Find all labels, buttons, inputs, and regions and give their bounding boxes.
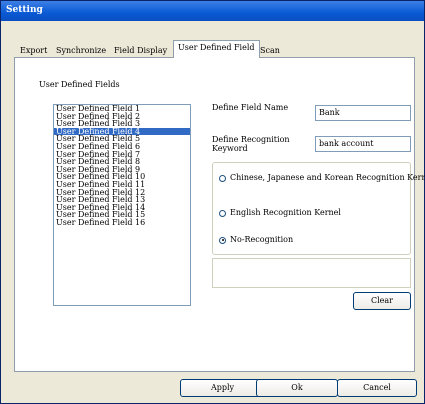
apply-button[interactable]: Apply [180, 379, 265, 397]
radio-button[interactable] [219, 174, 226, 182]
radio-cjk-kernel[interactable]: Chinese, Japanese and Korean Recognition… [219, 173, 425, 182]
ok-button[interactable]: Ok [256, 379, 338, 397]
define-keyword-label: Define Recognition Keyword [212, 135, 290, 153]
radio-label: English Recognition Kernel [230, 208, 341, 217]
radio-no-recognition[interactable]: No-Recognition [219, 235, 293, 244]
define-keyword-label-line2: Keyword [212, 144, 248, 153]
cancel-button[interactable]: Cancel [337, 379, 417, 397]
user-defined-fields-list[interactable]: User Defined Field 1 User Defined Field … [53, 104, 191, 306]
title-bar[interactable]: Setting [1, 1, 424, 21]
window-title: Setting [6, 5, 43, 15]
recognition-group: Chinese, Japanese and Korean Recognition… [212, 162, 425, 255]
radio-label: No-Recognition [230, 235, 294, 244]
define-keyword-input[interactable]: bank account [315, 136, 411, 152]
tab-export[interactable]: Export [15, 43, 52, 57]
clear-button[interactable]: Clear [353, 292, 411, 310]
tab-user-defined-field[interactable]: User Defined Field [173, 40, 260, 58]
radio-button-checked[interactable] [219, 236, 226, 244]
radio-label: Chinese, Japanese and Korean Recognition… [230, 173, 425, 182]
tab-synchronize[interactable]: Synchronize [51, 43, 111, 57]
radio-button[interactable] [219, 209, 226, 217]
define-field-name-input[interactable]: Bank [315, 105, 411, 121]
info-box [212, 258, 411, 288]
tab-field-display[interactable]: Field Display [109, 43, 172, 57]
define-keyword-label-line1: Define Recognition [212, 135, 290, 144]
tab-panel: User Defined Fields User Defined Field 1… [14, 57, 425, 372]
radio-english-kernel[interactable]: English Recognition Kernel [219, 208, 341, 217]
settings-window: Setting Export Synchronize Field Display… [0, 0, 425, 404]
list-item[interactable]: User Defined Field 16 [54, 219, 190, 227]
define-field-name-label: Define Field Name [212, 103, 289, 112]
list-caption: User Defined Fields [39, 80, 120, 89]
